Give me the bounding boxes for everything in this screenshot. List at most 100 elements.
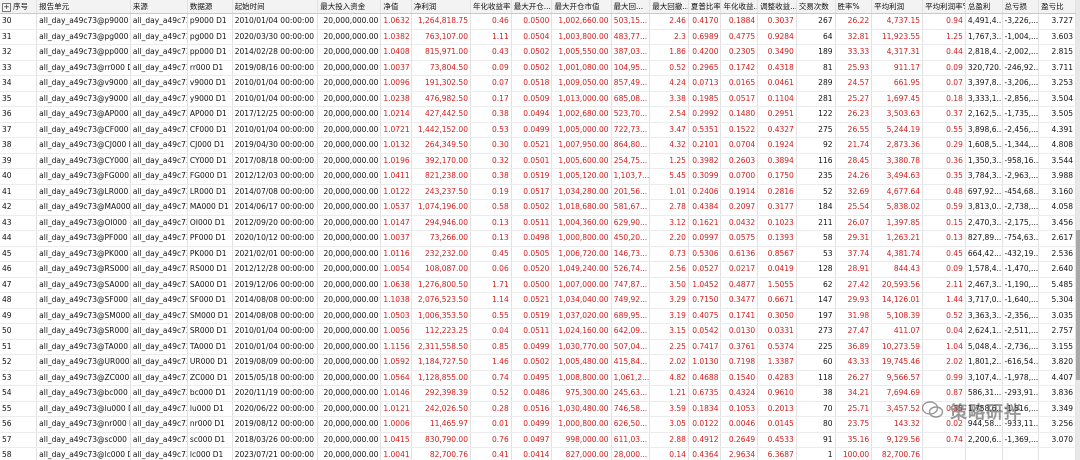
column-header[interactable]: 净值 (380, 0, 412, 14)
table-cell: 611,03... (611, 432, 651, 448)
table-cell: all_day_a49c73@CY000 ... (36, 153, 131, 169)
table-cell: 0.1924 (757, 137, 797, 154)
table-cell: 0.0517 (511, 184, 553, 200)
column-header[interactable]: 年化收益率% (470, 0, 512, 14)
scrollbar-thumb[interactable] (1076, 230, 1080, 380)
column-header[interactable]: + 序号 (0, 0, 38, 14)
table-cell: 1,030,480.00 (551, 401, 612, 417)
table-row[interactable]: 49 all_day_a49c73@SM000 ... all_day_a49c73… (0, 308, 1076, 324)
table-row[interactable]: 34all_day_a49c73@v9000 D1all_day_a49c73v… (0, 75, 1076, 92)
table-cell: 184 (796, 199, 836, 216)
table-cell: 26.07 (835, 215, 873, 231)
column-header[interactable]: 胜率% (835, 0, 873, 14)
column-header[interactable]: 调整收益... (757, 0, 797, 14)
table-cell: 3,380.78 (871, 153, 924, 169)
table-cell: all_day_a49c73@PF000 D1 (36, 230, 131, 247)
expand-icon[interactable]: + (2, 2, 11, 12)
column-header[interactable]: 最大开仓市值 (551, 0, 612, 14)
table-cell: -2,856,... (1002, 91, 1040, 107)
column-header[interactable]: 平均利润 (871, 0, 924, 14)
table-cell: 2012/12/28 00:00:00 (232, 261, 319, 278)
table-cell: 0.0499 (511, 339, 553, 355)
table-row[interactable]: 55 all_day_a49c73@lu000 D1 all_day_a49c73 l… (0, 401, 1076, 417)
table-cell: all_day_a49c73@CF000 ... (36, 122, 131, 138)
table-row[interactable]: 42 all_day_a49c73@MA000 ... all_day_a49c73… (0, 199, 1076, 216)
table-row[interactable]: 37 all_day_a49c73@CF000 ... all_day_a49c73… (0, 122, 1076, 138)
table-cell: 3,784,3... (965, 168, 1003, 185)
column-header[interactable]: 来源 (130, 0, 188, 14)
column-header[interactable]: 报告单元 (36, 0, 131, 14)
table-cell: 267 (796, 13, 836, 30)
table-cell: 20,000,000.00 (317, 339, 382, 355)
table-row[interactable]: 50 all_day_a49c73@SR000 ... all_day_a49c73… (0, 323, 1076, 340)
column-header[interactable]: 最大回... (611, 0, 651, 14)
table-cell: 35 (0, 91, 38, 107)
table-row[interactable]: 56 all_day_a49c73@nr000 D1 all_day_a49c73 n… (0, 416, 1076, 433)
table-row[interactable]: 47 all_day_a49c73@SA000 ... all_day_a49c73… (0, 277, 1076, 293)
table-cell: 20,000,000.00 (317, 416, 382, 433)
table-cell: 20,000,000.00 (317, 168, 382, 185)
column-header[interactable]: 净利润 (411, 0, 471, 14)
vertical-scrollbar[interactable] (1076, 0, 1080, 460)
table-cell: 0.09 (922, 261, 966, 278)
table-cell: 0.04 (922, 323, 966, 340)
table-row[interactable]: 44all_day_a49c73@PF000 D1all_day_a49c73P… (0, 230, 1076, 247)
column-header[interactable]: 年化收益... (720, 0, 759, 14)
table-row[interactable]: 41 all_day_a49c73@LR000 ... all_day_a49c73… (0, 184, 1076, 200)
column-header[interactable]: 盈亏比 (1038, 0, 1076, 14)
table-cell: 0.0509 (511, 91, 553, 107)
table-cell: 0.1393 (757, 230, 797, 247)
table-cell: 42 (0, 199, 38, 216)
table-row[interactable]: 46 all_day_a49c73@RS000 ... all_day_a49c73… (0, 261, 1076, 278)
table-row[interactable]: 43 all_day_a49c73@OI000 D1 all_day_a49c73 O… (0, 215, 1076, 231)
table-cell: 1,004,360.00 (551, 215, 612, 231)
column-header[interactable]: 最大投入资金 (317, 0, 382, 14)
table-row[interactable]: 40 all_day_a49c73@FG000 ... all_day_a49c73… (0, 168, 1076, 185)
column-header[interactable]: 夏普比率 (688, 0, 722, 14)
table-row[interactable]: 35all_day_a49c73@y9000 D1all_day_a49c73y… (0, 91, 1076, 107)
table-cell: -958,16... (1002, 153, 1040, 169)
table-cell: 104,95... (611, 60, 651, 76)
table-cell: 2010/01/04 00:00:00 (232, 75, 319, 92)
table-cell: 0.3761 (720, 339, 759, 355)
column-header[interactable]: 总盈利 (965, 0, 1003, 14)
table-cell: rr000 D1 (187, 60, 233, 76)
table-cell: 20,000,000.00 (317, 230, 382, 247)
table-row[interactable]: 54 all_day_a49c73@bc000 ... all_day_a49c73… (0, 385, 1076, 402)
table-cell: 0.85 (470, 339, 512, 355)
table-cell: 3.47 (649, 122, 689, 138)
column-header[interactable]: 最大回撤... (649, 0, 689, 14)
column-header[interactable]: 起始时间 (232, 0, 319, 14)
table-cell: 11,923.55 (871, 29, 924, 45)
table-row[interactable]: 51 all_day_a49c73@TA000 ... all_day_a49c73… (0, 339, 1076, 355)
column-header[interactable]: 交易次数 (796, 0, 836, 14)
table-row[interactable]: 30 all_day_a49c73@p9000 ... all_day_a49c73… (0, 13, 1076, 30)
table-row[interactable]: 33 all_day_a49c73@rr000 D1 all_day_a49c73 r… (0, 60, 1076, 76)
table-cell: all_day_a49c73 (130, 323, 188, 340)
table-row[interactable]: 52 all_day_a49c73@UR000 ... all_day_a49c73… (0, 354, 1076, 371)
table-cell: 0.0217 (720, 261, 759, 278)
table-cell: 0.2013 (757, 401, 797, 417)
column-header[interactable]: 平均利润率% (922, 0, 966, 14)
table-row[interactable]: 48all_day_a49c73@SF000 D1all_day_a49c73S… (0, 292, 1076, 309)
table-row[interactable]: 53 all_day_a49c73@ZC000 ... all_day_a49c73… (0, 370, 1076, 386)
table-cell: 661.95 (871, 75, 924, 92)
table-row[interactable]: 45 all_day_a49c73@PK000 ... all_day_a49c73… (0, 246, 1076, 262)
table-cell: 0.3477 (720, 292, 759, 309)
table-cell: 0.6671 (757, 292, 797, 309)
table-cell: 450,20... (611, 230, 651, 247)
column-header-label: 最大回... (613, 2, 644, 11)
table-row[interactable]: 39 all_day_a49c73@CY000 ... all_day_a49c73… (0, 153, 1076, 169)
column-header[interactable]: 最大开仓... (511, 0, 553, 14)
column-header[interactable]: 数据源 (187, 0, 233, 14)
table-row[interactable]: 32 all_day_a49c73@pp000 ... all_day_a49c73… (0, 44, 1076, 61)
table-row[interactable]: 36 all_day_a49c73@AP000 ... all_day_a49c73… (0, 106, 1076, 123)
table-row[interactable]: 57 all_day_a49c73@sc000 D1 all_day_a49c73 s… (0, 432, 1076, 448)
table-cell: 27.47 (835, 323, 873, 340)
table-cell: 0.0331 (757, 323, 797, 340)
column-header[interactable]: 总亏损 (1002, 0, 1040, 14)
table-row[interactable]: 31 all_day_a49c73@pg000 ... all_day_a49c73… (0, 29, 1076, 45)
table-row[interactable]: 58 all_day_a49c73@lc000 D1 all_day_a49c73 l… (0, 447, 1076, 460)
table-row[interactable]: 38 all_day_a49c73@CJ000 D1 all_day_a49c73 C… (0, 137, 1076, 154)
table-cell: 3,457.52 (871, 401, 924, 417)
